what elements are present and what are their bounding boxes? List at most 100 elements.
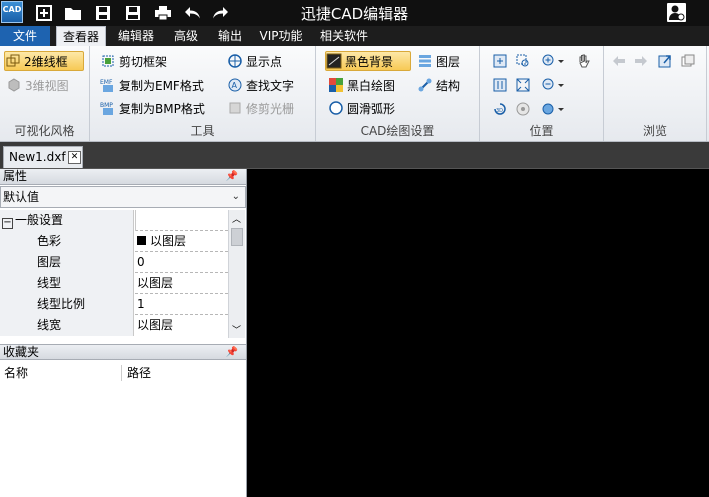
black-background-label: 黑色背景 [345, 54, 394, 69]
menu-bar: 文件 查看器 编辑器 高级 输出 VIP功能 相关软件 [0, 26, 709, 47]
back-arrow-icon[interactable] [610, 52, 628, 70]
tab-vip[interactable]: VIP功能 [254, 26, 308, 46]
close-icon[interactable]: ✕ [68, 151, 81, 164]
zoom-extents-icon[interactable] [514, 76, 532, 94]
clip-frame-label: 剪切框架 [119, 54, 168, 69]
group-label-position: 位置 [529, 124, 554, 138]
properties-header: 属性 📌 [0, 169, 246, 185]
zoom-window-icon[interactable] [514, 52, 532, 70]
find-text-button[interactable]: A 查找文字 [227, 75, 294, 95]
tab-output[interactable]: 输出 [210, 26, 250, 46]
table-row[interactable]: 线宽 以图层 [0, 315, 228, 336]
properties-dropdown-value: 默认值 [3, 190, 40, 204]
layers-button[interactable]: 图层 [417, 51, 460, 71]
group-label-visual-style: 可视化风格 [14, 124, 75, 138]
column-header-path[interactable]: 路径 [127, 362, 151, 384]
document-tab[interactable]: New1.dxf ✕ [3, 146, 83, 168]
trim-raster-label: 修剪光栅 [246, 101, 295, 116]
section-name: − 一般设置 [0, 210, 134, 231]
wireframe-2d-label: 2维线框 [24, 54, 68, 69]
tab-file[interactable]: 文件 [0, 26, 50, 46]
pin-icon[interactable]: 📌 [226, 345, 238, 360]
property-name: 色彩 [0, 231, 134, 252]
user-account-icon[interactable] [667, 3, 686, 22]
view-options-icon[interactable] [540, 100, 566, 118]
table-row[interactable]: 图层 0 [0, 252, 228, 273]
pin-icon[interactable]: 📌 [226, 169, 238, 184]
show-points-button[interactable]: 显示点 [227, 51, 282, 71]
left-panel: 属性 📌 默认值 ⌄ − 一般设置 色彩 以图层 图层 0 线型 以图层 线型比例 [0, 169, 247, 497]
scroll-up-icon[interactable]: ︿ [232, 212, 241, 225]
tab-viewer[interactable]: 查看器 [56, 26, 106, 47]
find-text-label: 查找文字 [246, 78, 295, 93]
property-value[interactable]: 1 [135, 294, 228, 315]
property-value[interactable]: 0 [135, 252, 228, 273]
group-browse: 浏览 [604, 46, 707, 141]
copy-bmp-label: 复制为BMP格式 [119, 101, 205, 116]
smooth-arc-label: 圆滑弧形 [347, 101, 396, 116]
zoom-in-icon[interactable] [540, 52, 566, 70]
table-row[interactable]: 线型比例 1 [0, 294, 228, 315]
view-3d-button[interactable]: 3维视图 [6, 75, 69, 95]
trim-raster-button[interactable]: 修剪光栅 [227, 98, 294, 118]
bw-drawing-button[interactable]: 黑白绘图 [328, 75, 395, 95]
window-title: 迅捷CAD编辑器 [300, 5, 409, 23]
crosshair-icon [227, 53, 243, 69]
copy-view-icon[interactable] [679, 52, 697, 70]
section-row[interactable]: − 一般设置 [0, 210, 228, 231]
tab-editor[interactable]: 编辑器 [110, 26, 162, 46]
layers-icon [417, 53, 433, 69]
property-value[interactable]: 以图层 [135, 315, 228, 336]
property-name: 线宽 [0, 315, 134, 336]
favorites-header: 收藏夹 📌 [0, 344, 246, 360]
properties-title: 属性 [3, 169, 28, 183]
properties-scrollbar[interactable]: ︿ ﹀ [228, 210, 245, 338]
property-value[interactable]: 以图层 [135, 273, 228, 294]
property-value[interactable]: 以图层 [135, 231, 228, 252]
view-3d-label: 3维视图 [25, 78, 69, 93]
group-cad-settings: 黑色背景 黑白绘图 圆滑弧形 图层 结构 CAD绘图设置 [316, 46, 480, 141]
section-label: 一般设置 [15, 213, 64, 227]
bw-drawing-icon [328, 77, 344, 93]
rotate-3d-icon[interactable]: 3D [491, 100, 509, 118]
svg-text:BMP: BMP [100, 102, 113, 109]
copy-bmp-button[interactable]: BMP 复制为BMP格式 [100, 98, 205, 118]
scrollbar-thumb[interactable] [231, 228, 243, 246]
black-background-button[interactable]: 黑色背景 [325, 51, 411, 71]
scroll-down-icon[interactable]: ﹀ [232, 323, 241, 336]
clip-frame-icon [100, 53, 116, 69]
column-divider [121, 365, 122, 381]
table-row[interactable]: 线型 以图层 [0, 273, 228, 294]
group-label-browse: 浏览 [642, 124, 667, 138]
pan-hand-icon[interactable] [575, 52, 593, 70]
copy-emf-button[interactable]: EMF 复制为EMF格式 [100, 75, 204, 95]
wireframe-2d-icon [5, 53, 21, 69]
previous-view-icon[interactable] [491, 76, 509, 94]
bw-drawing-label: 黑白绘图 [347, 78, 396, 93]
section-value [135, 210, 228, 231]
svg-text:EMF: EMF [100, 79, 113, 86]
orbit-icon[interactable] [514, 100, 532, 118]
group-visual-style: 2维线框 3维视图 可视化风格 [0, 46, 90, 141]
smooth-arc-button[interactable]: 圆滑弧形 [328, 98, 395, 118]
favorites-title: 收藏夹 [3, 345, 40, 359]
group-label-tools: 工具 [190, 124, 215, 138]
zoom-out-icon[interactable] [540, 76, 566, 94]
tab-advanced[interactable]: 高级 [166, 26, 206, 46]
fit-view-icon[interactable] [491, 52, 509, 70]
forward-arrow-icon[interactable] [632, 52, 650, 70]
drawing-canvas[interactable] [248, 169, 709, 497]
property-name: 图层 [0, 252, 134, 273]
properties-dropdown[interactable]: 默认值 ⌄ [0, 186, 246, 208]
layers-label: 图层 [436, 54, 461, 69]
collapse-icon[interactable]: − [2, 218, 13, 229]
clip-frame-button[interactable]: 剪切框架 [100, 51, 167, 71]
table-row[interactable]: 色彩 以图层 [0, 231, 228, 252]
structure-button[interactable]: 结构 [417, 75, 460, 95]
column-header-name[interactable]: 名称 [4, 362, 28, 384]
color-swatch-icon [137, 236, 146, 245]
tab-related-software[interactable]: 相关软件 [312, 26, 376, 46]
wireframe-2d-button[interactable]: 2维线框 [4, 51, 84, 71]
chevron-down-icon: ⌄ [231, 191, 240, 202]
export-view-icon[interactable] [656, 52, 674, 70]
